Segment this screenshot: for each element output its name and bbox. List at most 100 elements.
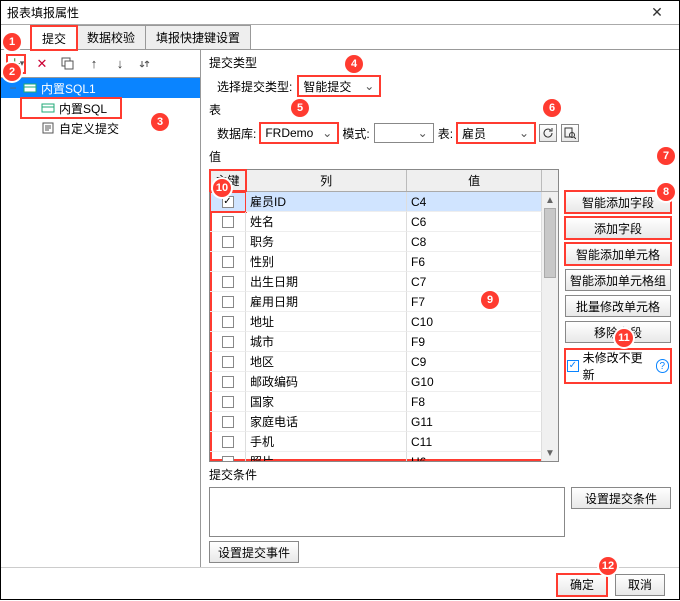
- help-icon[interactable]: ?: [656, 359, 669, 373]
- cell-col: 雇员ID: [246, 192, 407, 212]
- table-row[interactable]: 职务C8: [210, 232, 558, 252]
- combo-table[interactable]: 雇员⌄: [457, 123, 535, 143]
- table-row[interactable]: 性别F6: [210, 252, 558, 272]
- table-row[interactable]: 地区C9: [210, 352, 558, 372]
- tab-shortcut[interactable]: 填报快捷键设置: [145, 25, 251, 49]
- table-row[interactable]: 照片H6: [210, 452, 558, 461]
- table-row[interactable]: 邮政编码G10: [210, 372, 558, 392]
- cell-val: C7: [407, 272, 542, 292]
- checkbox-icon[interactable]: [222, 276, 234, 288]
- arrow-up-icon[interactable]: ↑: [85, 55, 103, 73]
- table-row[interactable]: 家庭电话G11: [210, 412, 558, 432]
- group-value: 值: [209, 148, 671, 165]
- chevron-down-icon: ⌄: [415, 126, 431, 140]
- smart-add-cellgroup-button[interactable]: 智能添加单元格组: [565, 269, 671, 291]
- tree-item-selected[interactable]: − 内置SQL1: [1, 78, 200, 98]
- copy-icon[interactable]: [59, 55, 77, 73]
- cell-col: 出生日期: [246, 272, 407, 292]
- table-row[interactable]: 国家F8: [210, 392, 558, 412]
- tab-submit[interactable]: 提交: [31, 26, 77, 50]
- cell-val: F7: [407, 292, 542, 312]
- cell-col: 手机: [246, 432, 407, 452]
- cell-col: 姓名: [246, 212, 407, 232]
- checkbox-icon[interactable]: [222, 396, 234, 408]
- ok-button[interactable]: 确定: [557, 574, 607, 596]
- noupdate-check[interactable]: 未修改不更新 ?: [565, 349, 671, 383]
- sql-icon: [41, 101, 55, 115]
- table-row[interactable]: 手机C11: [210, 432, 558, 452]
- cell-col: 国家: [246, 392, 407, 412]
- table-row[interactable]: 姓名C6: [210, 212, 558, 232]
- checkbox-icon: [567, 360, 579, 372]
- checkbox-icon[interactable]: [222, 216, 234, 228]
- tree-item-builtin-sql[interactable]: 内置SQL: [21, 98, 121, 118]
- batch-cell-button[interactable]: 批量修改单元格: [565, 295, 671, 317]
- arrow-down-icon[interactable]: ↓: [111, 55, 129, 73]
- combo-submit-type[interactable]: 智能提交⌄: [298, 76, 380, 96]
- sort-icon[interactable]: [137, 55, 155, 73]
- group-submit-type: 提交类型: [209, 54, 671, 71]
- cell-val: C10: [407, 312, 542, 332]
- cell-col: 雇用日期: [246, 292, 407, 312]
- set-cond-button[interactable]: 设置提交条件: [571, 487, 671, 509]
- set-event-button[interactable]: 设置提交事件: [209, 541, 299, 563]
- combo-db[interactable]: FRDemo⌄: [260, 123, 338, 143]
- cell-col: 职务: [246, 232, 407, 252]
- checkbox-icon[interactable]: [222, 356, 234, 368]
- table-row[interactable]: 城市F9: [210, 332, 558, 352]
- group-table: 表: [209, 101, 671, 118]
- cell-val: F6: [407, 252, 542, 272]
- chevron-down-icon: ⌄: [516, 126, 532, 140]
- combo-schema[interactable]: ⌄: [374, 123, 434, 143]
- label-submit-type: 选择提交类型:: [217, 78, 292, 95]
- value-grid: 主键 列 值 雇员IDC4姓名C6职务C8性别F6出生日期C7雇用日期F7地址C…: [209, 169, 559, 462]
- table-row[interactable]: 地址C10: [210, 312, 558, 332]
- collapse-icon[interactable]: −: [9, 81, 17, 95]
- tab-bar: 提交 数据校验 填报快捷键设置: [1, 25, 679, 49]
- table-row[interactable]: 雇用日期F7: [210, 292, 558, 312]
- close-icon[interactable]: ✕: [641, 4, 673, 21]
- callout-9: 9: [481, 291, 499, 309]
- tree-item-custom[interactable]: 自定义提交: [21, 118, 200, 138]
- checkbox-icon[interactable]: [222, 416, 234, 428]
- callout-10: 10: [213, 179, 231, 197]
- checkbox-icon[interactable]: [222, 376, 234, 388]
- noupdate-label: 未修改不更新: [583, 349, 652, 383]
- tab-validate[interactable]: 数据校验: [76, 25, 146, 49]
- x-icon[interactable]: ✕: [33, 55, 51, 73]
- scrollbar[interactable]: ▲ ▼: [542, 192, 558, 461]
- cell-val: C11: [407, 432, 542, 452]
- col-value[interactable]: 值: [407, 170, 542, 191]
- checkbox-icon[interactable]: [222, 196, 234, 208]
- checkbox-icon[interactable]: [222, 456, 234, 462]
- scroll-up-icon[interactable]: ▲: [542, 192, 558, 208]
- cell-val: C6: [407, 212, 542, 232]
- checkbox-icon[interactable]: [222, 256, 234, 268]
- cell-col: 性别: [246, 252, 407, 272]
- add-field-button[interactable]: 添加字段: [565, 217, 671, 239]
- tree-label: 自定义提交: [59, 120, 119, 137]
- chevron-down-icon: ⌄: [319, 126, 335, 140]
- callout-1: 1: [3, 33, 21, 51]
- label-table: 表:: [438, 125, 453, 142]
- refresh-icon[interactable]: [539, 124, 557, 142]
- checkbox-icon[interactable]: [222, 436, 234, 448]
- label-schema: 模式:: [342, 125, 369, 142]
- table-row[interactable]: 雇员IDC4: [210, 192, 558, 212]
- cancel-button[interactable]: 取消: [615, 574, 665, 596]
- scroll-thumb[interactable]: [544, 208, 556, 278]
- checkbox-icon[interactable]: [222, 316, 234, 328]
- table-row[interactable]: 出生日期C7: [210, 272, 558, 292]
- smart-add-field-button[interactable]: 智能添加字段: [565, 191, 671, 213]
- cell-col: 城市: [246, 332, 407, 352]
- tree-label: 内置SQL1: [41, 80, 96, 97]
- search-sql-icon[interactable]: [561, 124, 579, 142]
- cell-val: F8: [407, 392, 542, 412]
- col-column[interactable]: 列: [246, 170, 407, 191]
- scroll-down-icon[interactable]: ▼: [542, 445, 558, 461]
- smart-add-cell-button[interactable]: 智能添加单元格: [565, 243, 671, 265]
- checkbox-icon[interactable]: [222, 336, 234, 348]
- cell-val: C8: [407, 232, 542, 252]
- checkbox-icon[interactable]: [222, 236, 234, 248]
- checkbox-icon[interactable]: [222, 296, 234, 308]
